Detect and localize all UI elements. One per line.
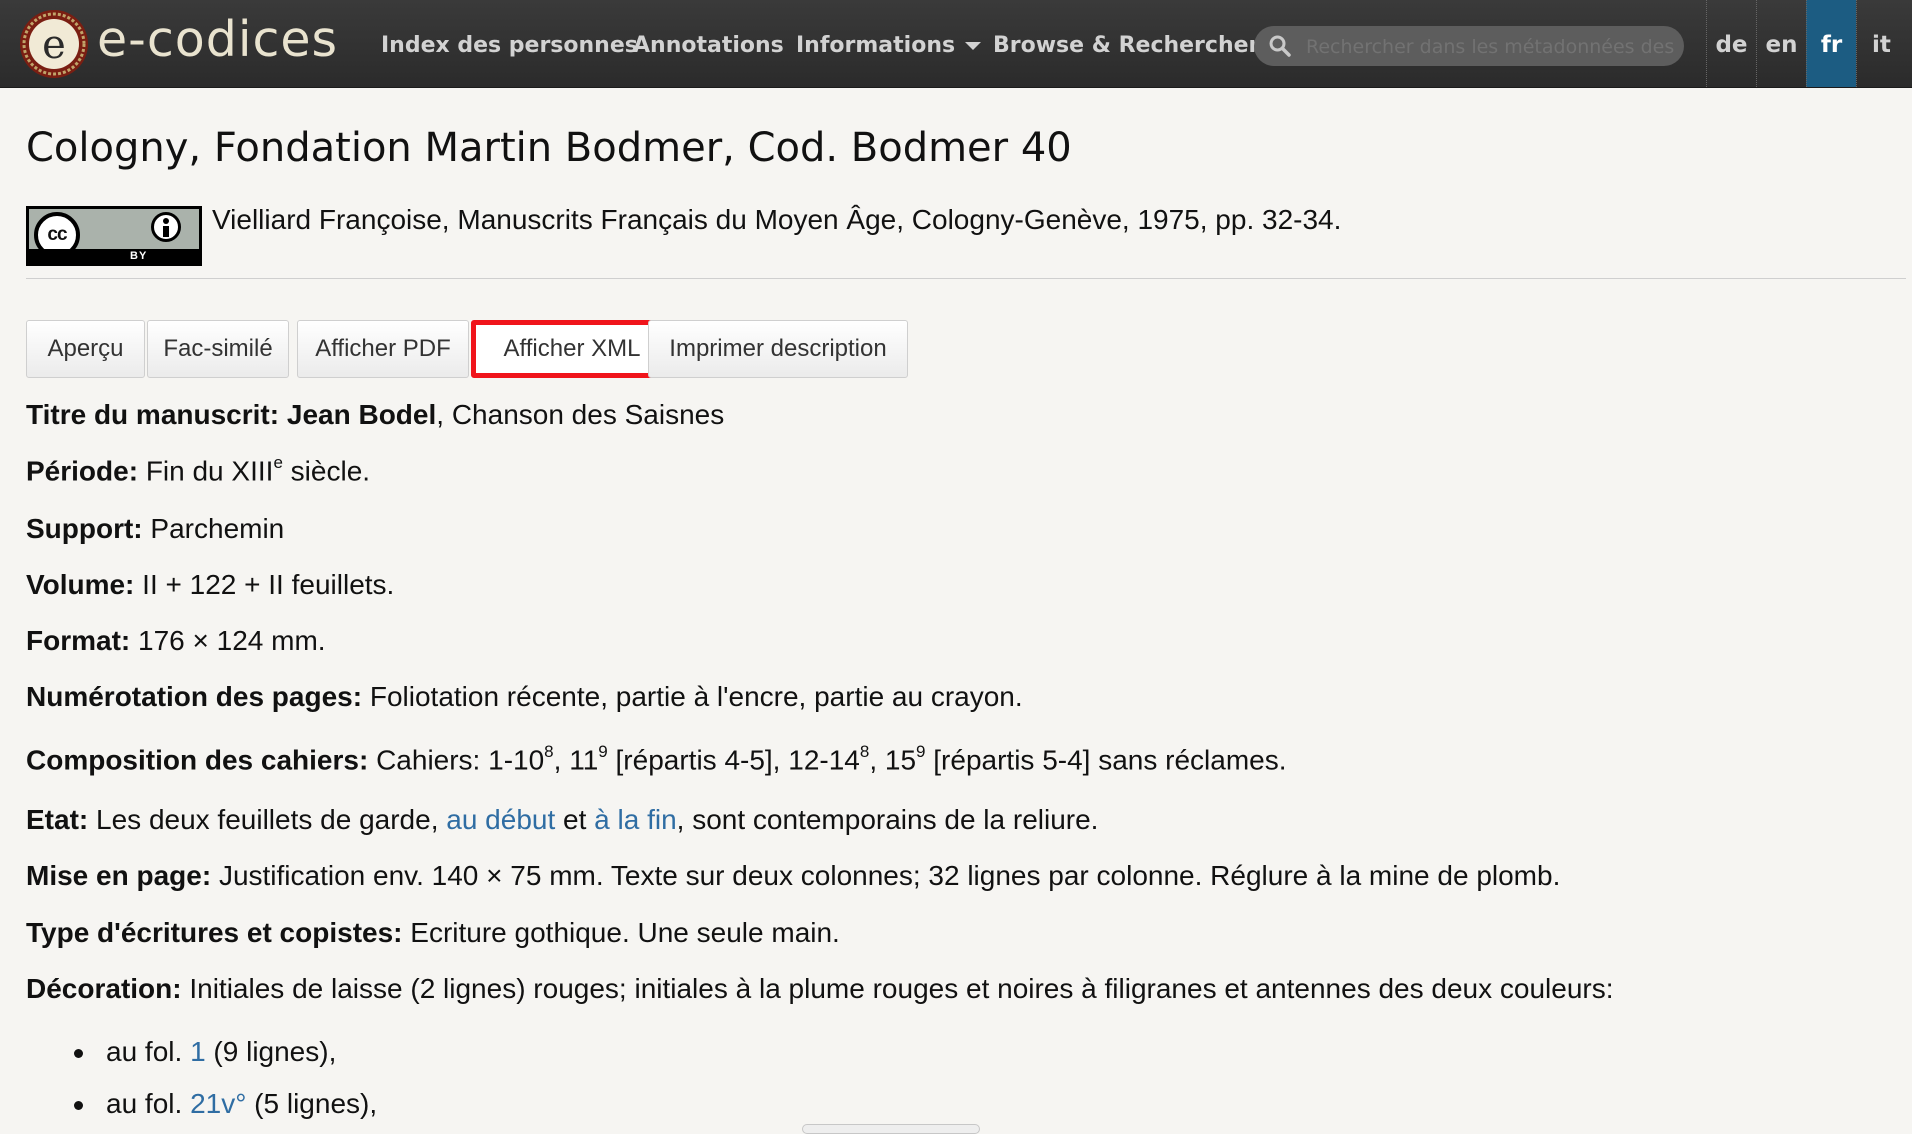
bullet-icon — [74, 1101, 83, 1110]
field-etat: Etat: Les deux feuillets de garde, au dé… — [26, 804, 1099, 835]
field-periode: Période: Fin du XIIIe siècle. — [26, 453, 371, 487]
lang-fr[interactable]: fr — [1806, 0, 1856, 87]
lang-en[interactable]: en — [1756, 0, 1806, 87]
lang-de[interactable]: de — [1706, 0, 1756, 87]
nav-browse-rechercher[interactable]: Browse & Rechercher — [993, 26, 1259, 66]
field-titre: Titre du manuscrit: Jean Bodel, Chanson … — [26, 399, 725, 430]
search-box — [1254, 26, 1684, 66]
tab-imprimer-description[interactable]: Imprimer description — [648, 320, 908, 378]
divider — [26, 278, 1906, 279]
tab-afficher-pdf[interactable]: Afficher PDF — [297, 320, 469, 378]
link-au-debut[interactable]: au début — [446, 804, 555, 835]
nav-informations[interactable]: Informations — [796, 26, 982, 66]
field-volume: Volume: II + 122 + II feuillets. — [26, 569, 395, 600]
link-a-la-fin[interactable]: à la fin — [594, 804, 677, 835]
license-by-label: BY — [130, 250, 148, 262]
cc-by-license-badge[interactable]: cc BY — [26, 206, 202, 266]
citation-text: Vielliard Françoise, Manuscrits Français… — [212, 204, 1342, 235]
top-navbar: e e-codices Index des personnes Annotati… — [0, 0, 1912, 88]
field-composition: Composition des cahiers: Cahiers: 1-108,… — [26, 742, 1287, 776]
search-icon[interactable] — [1268, 34, 1292, 58]
svg-text:e: e — [42, 22, 66, 68]
nav-informations-label: Informations — [796, 33, 956, 58]
field-numerotation: Numérotation des pages: Foliotation réce… — [26, 681, 1023, 712]
field-support: Support: Parchemin — [26, 513, 285, 544]
search-input[interactable] — [1304, 26, 1678, 66]
tab-apercu[interactable]: Aperçu — [26, 320, 145, 378]
list-item: au fol. 21v° (5 lignes), — [106, 1088, 378, 1119]
field-ecriture: Type d'écritures et copistes: Ecriture g… — [26, 917, 840, 948]
folio-link-21v[interactable]: 21v° — [190, 1088, 246, 1119]
tab-afficher-xml[interactable]: Afficher XML — [471, 320, 673, 378]
list-item: au fol. 1 (9 lignes), — [106, 1036, 337, 1067]
field-format: Format: 176 × 124 mm. — [26, 625, 326, 656]
field-decoration: Décoration: Initiales de laisse (2 ligne… — [26, 973, 1614, 1004]
chevron-down-icon — [965, 42, 982, 50]
floating-toolbar-edge — [802, 1124, 980, 1134]
bullet-icon — [74, 1049, 83, 1058]
tab-fac-simile[interactable]: Fac-similé — [147, 320, 289, 378]
nav-annotations[interactable]: Annotations — [633, 26, 784, 66]
page-title: Cologny, Fondation Martin Bodmer, Cod. B… — [26, 125, 1072, 171]
lang-it[interactable]: it — [1856, 0, 1906, 87]
folio-link-1[interactable]: 1 — [190, 1036, 206, 1067]
author-name: Jean Bodel — [286, 399, 437, 430]
nav-index-des-personnes[interactable]: Index des personnes — [381, 26, 638, 66]
brand-name[interactable]: e-codices — [97, 10, 338, 70]
attribution-person-icon — [151, 212, 181, 242]
field-mise-en-page: Mise en page: Justification env. 140 × 7… — [26, 860, 1561, 891]
e-codices-logo-icon[interactable]: e — [18, 8, 90, 80]
